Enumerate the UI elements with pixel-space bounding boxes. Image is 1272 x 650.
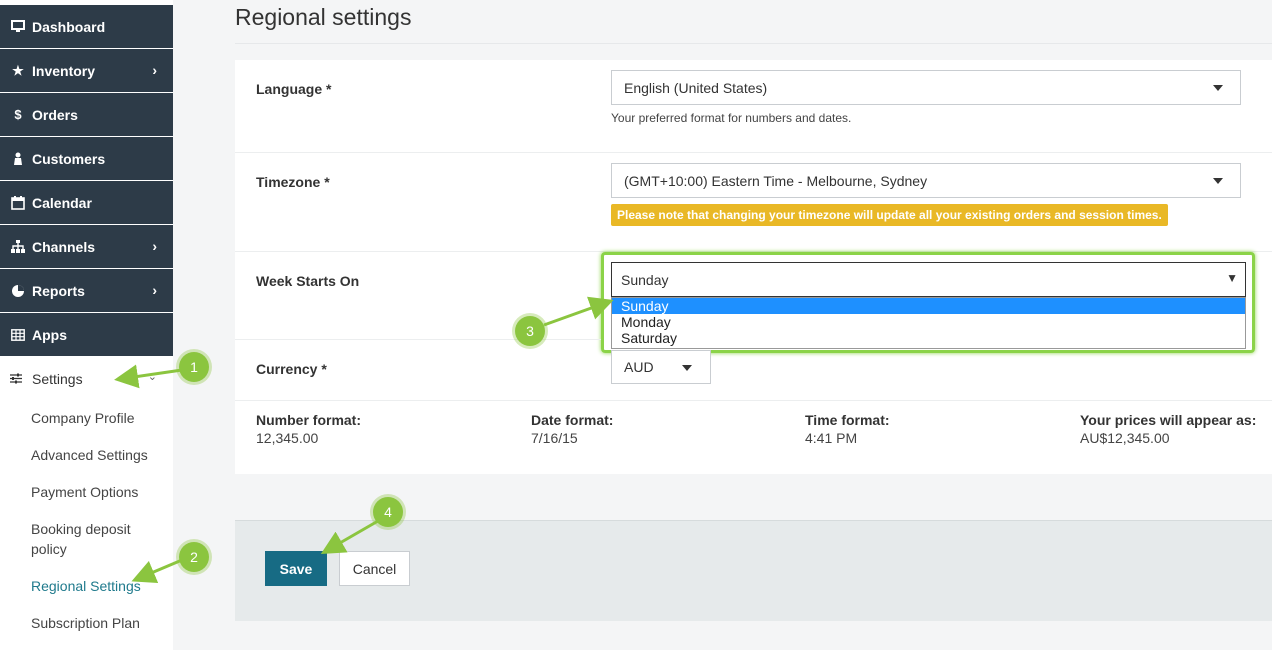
callout-badge-4: 4	[373, 497, 403, 527]
app-root: Dashboard ★ Inventory › $ Orders Custome…	[0, 0, 1272, 650]
arrow-line-1	[114, 364, 183, 389]
callout-badge-3: 3	[515, 316, 545, 346]
arrow-line-3	[543, 296, 614, 327]
callout-badge-2: 2	[179, 542, 209, 572]
callout-badge-1: 1	[179, 352, 209, 382]
arrow-line-2	[131, 558, 183, 584]
arrow-line-4	[320, 519, 379, 554]
